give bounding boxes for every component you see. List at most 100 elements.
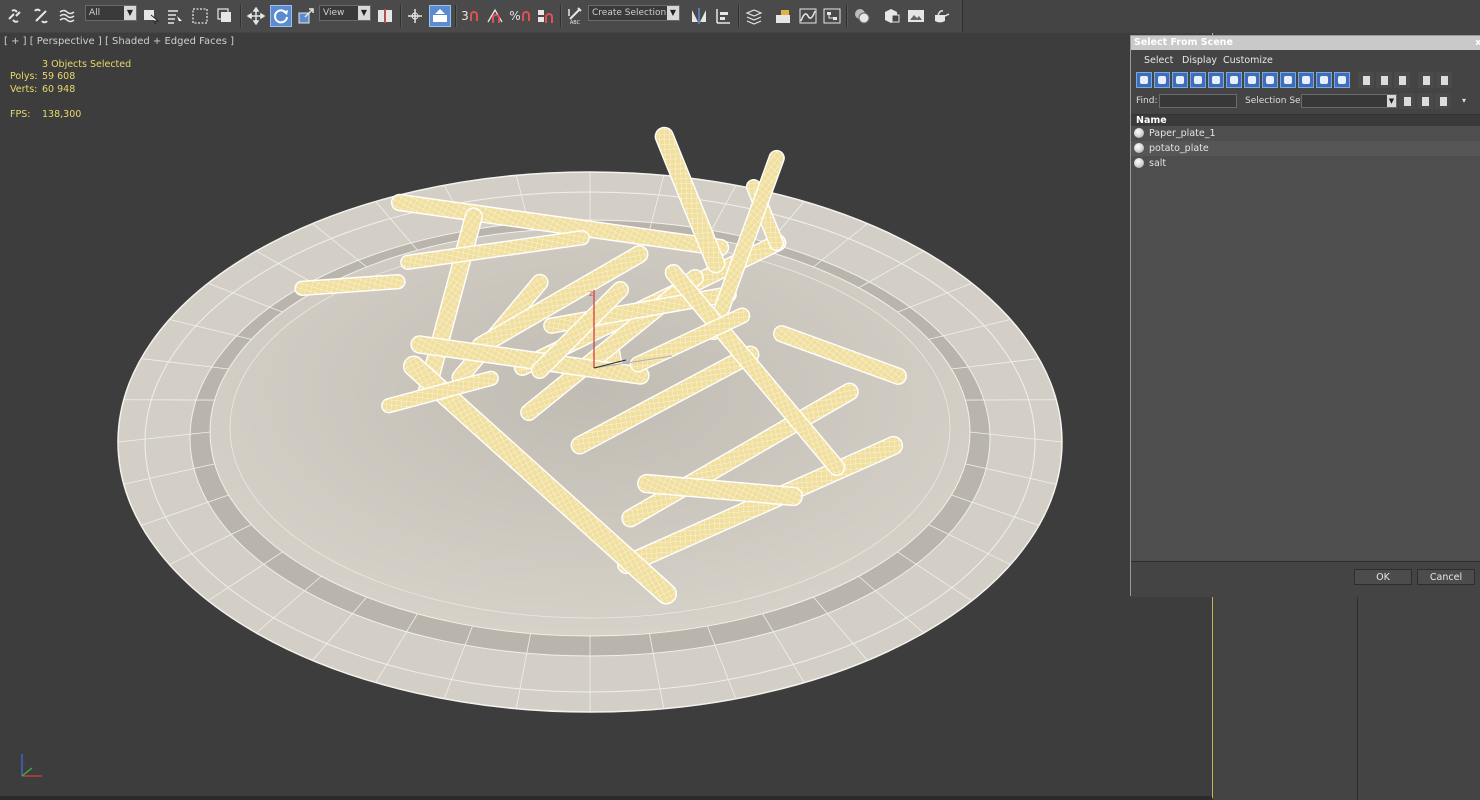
find-input[interactable] [1159,94,1237,108]
schematic-view-icon[interactable] [821,5,843,27]
display-cameras-icon[interactable] [1190,72,1206,88]
list-item[interactable]: salt [1131,156,1480,171]
select-by-name-icon[interactable] [164,5,186,27]
display-lights-icon[interactable] [1172,72,1188,88]
selection-filter-value: All [89,8,101,18]
percent-snap-label: % [509,9,521,23]
select-from-scene-dialog: Select From Scene x Select Display Custo… [1130,35,1480,597]
selection-status: 3 Objects Selected [42,59,132,70]
pivot-center-icon[interactable] [374,5,396,27]
layer-manager-icon[interactable] [743,5,765,27]
link-icon[interactable] [4,5,26,27]
dialog-title: Select From Scene [1134,37,1233,48]
panel-divider [1357,593,1358,800]
list-item[interactable]: potato_plate [1131,141,1480,156]
add-to-selection-set-icon[interactable] [1417,93,1433,109]
find-label: Find: [1136,96,1158,106]
selection-filter-dropdown[interactable]: All ▼ [85,5,137,21]
toolbar-separator [400,5,402,27]
toolbar-separator [455,5,457,27]
display-groups-icon[interactable] [1244,72,1260,88]
curve-editor-icon[interactable] [797,5,819,27]
move-icon[interactable] [245,5,267,27]
edit-named-selection-icon[interactable]: ABC [564,5,586,27]
chevron-down-icon[interactable]: ▾ [1462,96,1466,105]
display-xrefs-icon[interactable] [1262,72,1278,88]
display-geometry-icon[interactable] [1136,72,1152,88]
menu-select[interactable]: Select [1144,55,1173,66]
find-bar: Find: Selection Set: ▼ ▾ [1131,92,1480,110]
unlink-icon[interactable] [30,5,52,27]
dialog-title-bar[interactable]: Select From Scene x [1131,36,1480,50]
select-object-icon[interactable] [140,5,162,27]
selection-set-dropdown[interactable]: ▼ [1301,94,1397,108]
align-icon[interactable] [712,5,734,27]
toolbar-separator [738,5,740,27]
reference-coordinate-dropdown[interactable]: View ▼ [319,5,371,21]
perspective-viewport[interactable]: z [ + ] [ Perspective ] [ Shaded + Edged… [0,33,1213,798]
object-name: salt [1149,158,1167,169]
spinner-snap-icon[interactable] [534,5,556,27]
display-all-icon[interactable] [1358,72,1374,88]
polys-label: Polys: [10,71,38,82]
remove-from-selection-set-icon[interactable] [1435,93,1451,109]
close-icon[interactable]: x [1475,36,1480,50]
bind-space-warp-icon[interactable] [56,5,78,27]
render-production-icon[interactable] [930,5,952,27]
scale-icon[interactable] [295,5,317,27]
toolbar-separator [560,5,562,27]
snaps-toggle-icon[interactable]: 3 [459,5,481,27]
display-bones-icon[interactable] [1280,72,1296,88]
object-visibility-icon[interactable] [1134,143,1144,153]
chevron-down-icon: ▼ [124,6,136,20]
timeline-bar [0,796,1212,800]
display-invert-icon[interactable] [1394,72,1410,88]
object-visibility-icon[interactable] [1134,128,1144,138]
percent-snap-icon[interactable]: % [509,5,531,27]
keyboard-shortcut-override-icon[interactable] [429,5,451,27]
snaps-toggle-label: 3 [461,9,469,23]
display-frozen-icon[interactable] [1316,72,1332,88]
rotate-icon[interactable] [270,5,292,27]
toolbar-separator [240,5,242,27]
fps-label: FPS: [10,109,31,120]
hierarchy-filter-icon[interactable] [1436,72,1452,88]
named-selection-sets-dropdown[interactable]: Create Selection Se ▼ [588,5,680,21]
material-editor-icon[interactable] [851,5,873,27]
edit-named-selection-label: ABC [569,19,581,26]
rendered-frame-window-icon[interactable] [905,5,927,27]
display-helpers-icon[interactable] [1208,72,1224,88]
cancel-button[interactable]: Cancel [1417,569,1475,585]
viewport-scene[interactable]: z [0,33,1212,798]
filter-icon[interactable] [1418,72,1434,88]
list-item[interactable]: Paper_plate_1 [1131,126,1480,141]
scene-object-list: Name Paper_plate_1 potato_plate salt [1131,114,1480,562]
chevron-down-icon: ▼ [1387,95,1396,107]
column-header-name[interactable]: Name [1131,115,1480,126]
object-name: Paper_plate_1 [1149,128,1216,139]
display-containers-icon[interactable] [1298,72,1314,88]
window-crossing-icon[interactable] [214,5,236,27]
display-hidden-icon[interactable] [1334,72,1350,88]
render-setup-icon[interactable] [880,5,902,27]
viewport-label[interactable]: [ + ] [ Perspective ] [ Shaded + Edged F… [4,36,234,47]
toggle-ribbon-icon[interactable] [772,5,794,27]
ok-button[interactable]: OK [1354,569,1412,585]
object-visibility-icon[interactable] [1134,158,1144,168]
verts-value: 60 948 [42,84,76,95]
display-none-icon[interactable] [1376,72,1392,88]
rectangular-selection-icon[interactable] [189,5,211,27]
gizmo-z-label: z [589,289,593,298]
display-shapes-icon[interactable] [1154,72,1170,88]
world-axis-tripod [21,754,42,777]
chevron-down-icon: ▼ [358,6,370,20]
create-selection-set-icon[interactable] [1399,93,1415,109]
angle-snap-icon[interactable] [484,5,506,27]
select-manipulate-icon[interactable] [404,5,426,27]
main-toolbar: All ▼ View ▼ 3 % ABC Create Selection Se… [0,0,1480,34]
reference-coordinate-value: View [323,8,345,18]
mirror-icon[interactable] [688,5,710,27]
menu-display[interactable]: Display [1182,55,1217,66]
display-space-warps-icon[interactable] [1226,72,1242,88]
menu-customize[interactable]: Customize [1223,55,1273,66]
